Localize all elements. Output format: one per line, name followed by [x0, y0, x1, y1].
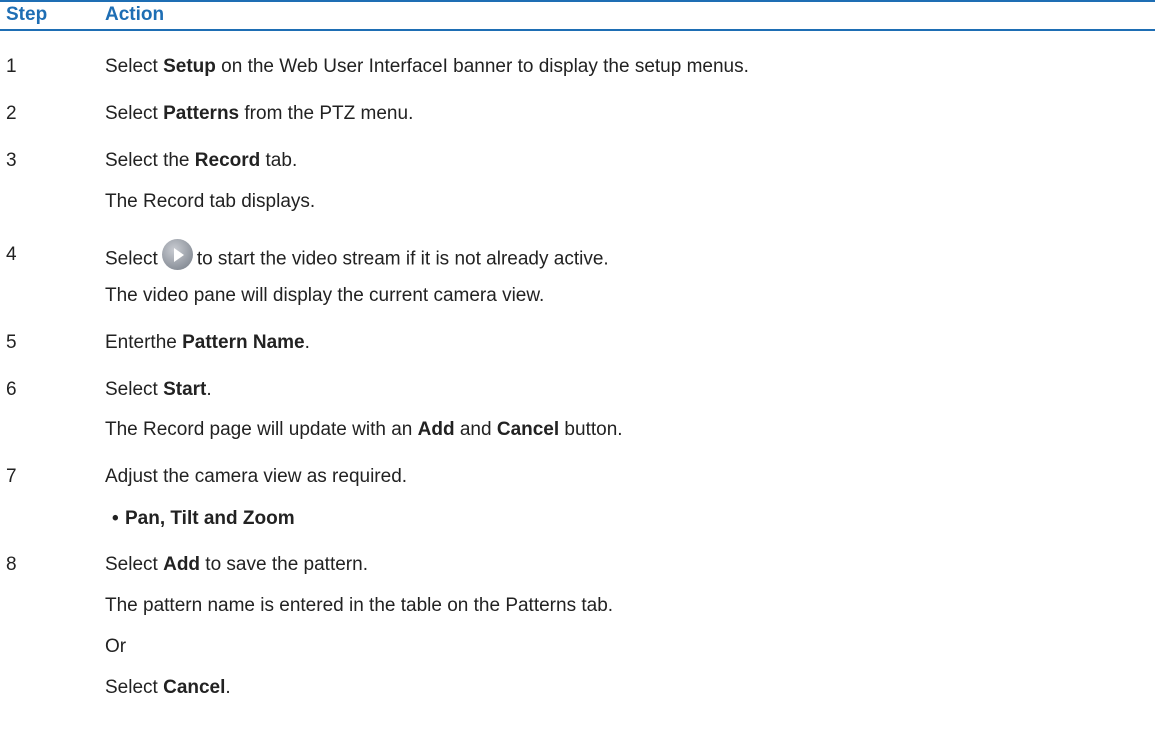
step-action: Select Setup on the Web User InterfaceI … [105, 56, 749, 77]
step-action: Adjust the camera view as required. [105, 466, 408, 487]
table-row: 2 Select Patterns from the PTZ menu. [0, 103, 1155, 127]
step-number: 7 [6, 466, 17, 487]
step-number: 3 [6, 150, 17, 171]
header-action: Action [105, 4, 165, 25]
play-icon [161, 239, 193, 270]
table-row: 4 Select to start the video stream if it … [0, 239, 1155, 270]
step-number: 6 [6, 379, 17, 400]
step-note: Or [105, 636, 127, 657]
step-action: Enterthe Pattern Name. [105, 332, 310, 353]
step-action: Select Cancel. [105, 677, 231, 698]
step-number: 8 [6, 554, 17, 575]
step-number: 1 [6, 56, 17, 77]
step-note: The Record tab displays. [105, 191, 316, 212]
step-action: Select the Record tab. [105, 150, 298, 171]
step-action: Select to start the video stream if it is… [105, 239, 609, 275]
bullet-icon: • [112, 508, 119, 529]
step-note: The Record page will update with an Add … [105, 419, 623, 440]
header-top-rule [0, 0, 1155, 2]
bullet-item: • Pan, Tilt and Zoom [0, 508, 1155, 532]
header-step: Step [6, 4, 48, 25]
table-row: 8 Select Add to save the pattern. [0, 554, 1155, 578]
step-number: 2 [6, 103, 17, 124]
table-row: 6 Select Start. [0, 379, 1155, 403]
step-note: The video pane will display the current … [105, 285, 545, 306]
table-row: 3 Select the Record tab. [0, 150, 1155, 174]
step-action: Select Add to save the pattern. [105, 554, 368, 575]
table-header: Step Action [0, 0, 1155, 31]
table-row: 1 Select Setup on the Web User Interface… [0, 56, 1155, 80]
step-action: Select Patterns from the PTZ menu. [105, 103, 414, 124]
table-row: 7 Adjust the camera view as required. [0, 466, 1155, 490]
table-row: 5 Enterthe Pattern Name. [0, 332, 1155, 356]
bullet-text: Pan, Tilt and Zoom [125, 508, 295, 529]
header-bottom-rule [0, 29, 1155, 31]
step-action: Select Start. [105, 379, 212, 400]
step-number: 5 [6, 332, 17, 353]
step-note: The pattern name is entered in the table… [105, 595, 614, 616]
step-number: 4 [6, 244, 17, 265]
